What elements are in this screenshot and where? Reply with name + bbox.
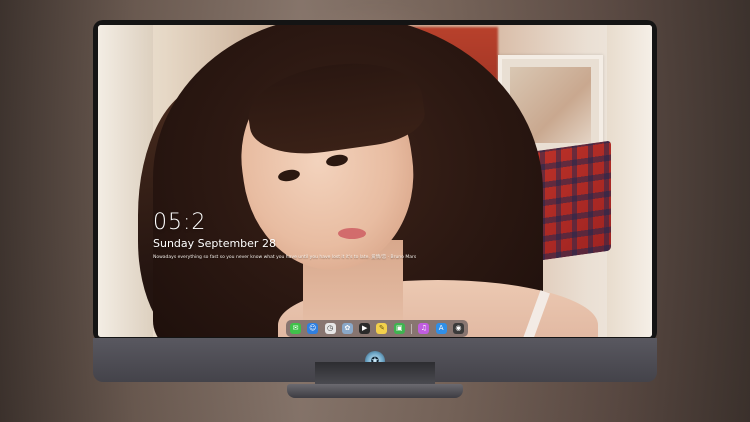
monitor-bezel: 05:2 Sunday September 28 Nowadays everyt… — [93, 20, 657, 342]
monitor: 05:2 Sunday September 28 Nowadays everyt… — [93, 20, 657, 382]
monitor-stand-base — [287, 384, 463, 398]
dock: ✉ ☺ ◷ ✿ ▶ ✎ ▣ ♫ A ◉ — [286, 320, 468, 337]
wallpaper-wall-right — [607, 25, 652, 337]
messages-icon[interactable]: ✉ — [290, 323, 301, 334]
photos-icon[interactable]: ✿ — [341, 323, 353, 334]
lock-quote: Nowadays everything so fast so you never… — [153, 255, 417, 260]
finder-icon[interactable]: ☺ — [307, 323, 319, 334]
lock-clock: 05:2 — [153, 210, 207, 235]
lock-date: Sunday September 28 — [153, 237, 276, 250]
itunes-icon[interactable]: ♫ — [418, 323, 430, 334]
facetime-icon[interactable]: ▣ — [393, 323, 405, 334]
monitor-stand-neck — [315, 362, 435, 384]
notes-icon[interactable]: ✎ — [376, 323, 388, 334]
clapper-icon[interactable]: ▶ — [359, 323, 371, 334]
lock-screen-info: 05:2 Sunday September 28 Nowadays everyt… — [153, 210, 416, 260]
dock-separator — [411, 323, 413, 334]
clock-icon[interactable]: ◷ — [324, 323, 336, 334]
camera-icon[interactable]: ◉ — [452, 323, 464, 334]
screen: 05:2 Sunday September 28 Nowadays everyt… — [98, 25, 652, 337]
appstore-icon[interactable]: A — [435, 323, 447, 334]
